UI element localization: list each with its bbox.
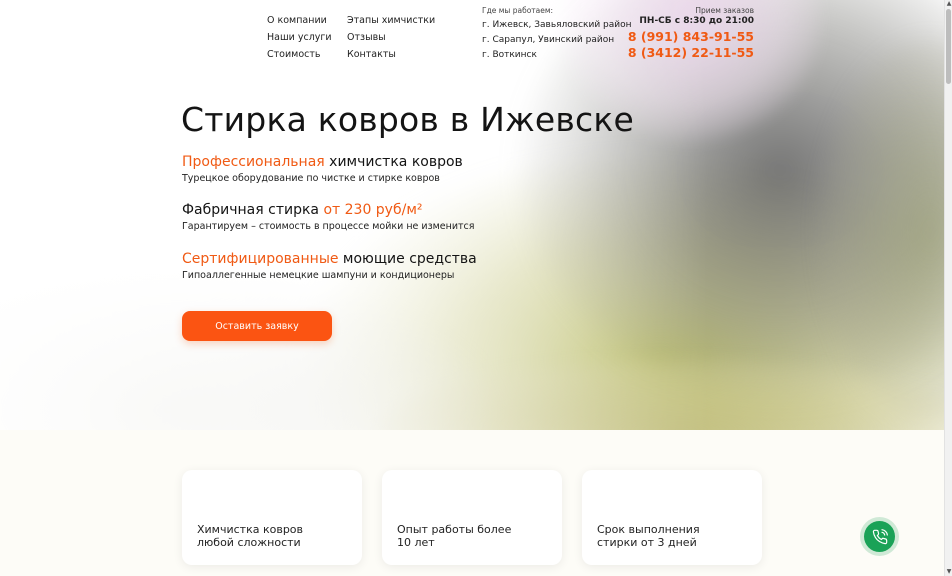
card-text-line: любой сложности [197, 536, 301, 549]
card-text-line: стирки от 3 дней [597, 536, 697, 549]
nav-link-stages[interactable]: Этапы химчистки [347, 14, 435, 27]
scroll-down-arrow-icon[interactable]: ▼ [945, 568, 952, 576]
nav-link-about[interactable]: О компании [267, 14, 332, 27]
top-nav-column-1: О компании Наши услуги Стоимость [267, 14, 332, 61]
feature-subtext: Гарантируем – стоимость в процессе мойки… [182, 221, 475, 232]
phone-link-mobile[interactable]: 8 (991) 843-91-55 [628, 29, 754, 45]
feature-accent: от 230 руб/м² [323, 202, 423, 218]
orders-caption: Прием заказов [695, 6, 754, 15]
location-item: г. Ижевск, Завьяловский район [482, 20, 632, 30]
advantage-card: Химчистка ковров любой сложности [182, 470, 362, 565]
contact-block: Прием заказов ПН-СБ с 8:30 до 21:00 8 (9… [628, 6, 754, 61]
card-text-line: Химчистка ковров [197, 523, 304, 536]
advantage-card: Опыт работы более 10 лет [382, 470, 562, 565]
nav-link-pricing[interactable]: Стоимость [267, 48, 332, 61]
scroll-up-arrow-icon[interactable]: ▲ [945, 0, 952, 8]
advantages-cards: Химчистка ковров любой сложности Опыт ра… [182, 470, 762, 565]
location-item: г. Сарапул, Увинский район [482, 35, 615, 45]
feature-heading: Сертифицированные моющие средства [182, 251, 477, 267]
feature-heading: Профессиональная химчистка ковров [182, 154, 463, 170]
advantage-card: Срок выполнения стирки от 3 дней [582, 470, 762, 565]
card-text-line: Опыт работы более [397, 523, 512, 536]
feature-professional: Профессиональная химчистка ковров Турецк… [182, 154, 463, 184]
feature-accent: Сертифицированные [182, 251, 339, 267]
nav-link-services[interactable]: Наши услуги [267, 31, 332, 44]
page-title: Стирка ковров в Ижевске [181, 100, 635, 139]
nav-link-contacts[interactable]: Контакты [347, 48, 435, 61]
nav-link-reviews[interactable]: Отзывы [347, 31, 435, 44]
leave-request-button[interactable]: Оставить заявку [182, 311, 332, 341]
feature-price: Фабричная стирка от 230 руб/м² Гарантиру… [182, 202, 475, 232]
location-item: г. Воткинск [482, 50, 537, 60]
locations-caption: Где мы работаем: [482, 6, 554, 15]
card-text-line: 10 лет [397, 536, 435, 549]
feature-subtext: Турецкое оборудование по чистке и стирке… [182, 173, 440, 184]
working-hours: ПН-СБ с 8:30 до 21:00 [639, 16, 754, 26]
top-nav-column-2: Этапы химчистки Отзывы Контакты [347, 14, 435, 61]
feature-heading: Фабричная стирка от 230 руб/м² [182, 202, 423, 218]
work-locations: Где мы работаем: г. Ижевск, Завьяловский… [482, 6, 632, 64]
page-scrollbar[interactable]: ▲ ▼ [944, 0, 952, 576]
feature-subtext: Гипоаллегенные немецкие шампуни и кондиц… [182, 270, 455, 281]
phone-link-landline[interactable]: 8 (3412) 22-11-55 [628, 45, 754, 61]
phone-icon [872, 528, 888, 544]
hero-section: О компании Наши услуги Стоимость Этапы х… [0, 0, 944, 430]
scrollbar-thumb[interactable] [946, 9, 951, 84]
feature-detergents: Сертифицированные моющие средства Гипоал… [182, 251, 477, 281]
callback-button[interactable] [864, 521, 895, 552]
card-text-line: Срок выполнения [597, 523, 700, 536]
feature-accent: Профессиональная [182, 154, 325, 170]
